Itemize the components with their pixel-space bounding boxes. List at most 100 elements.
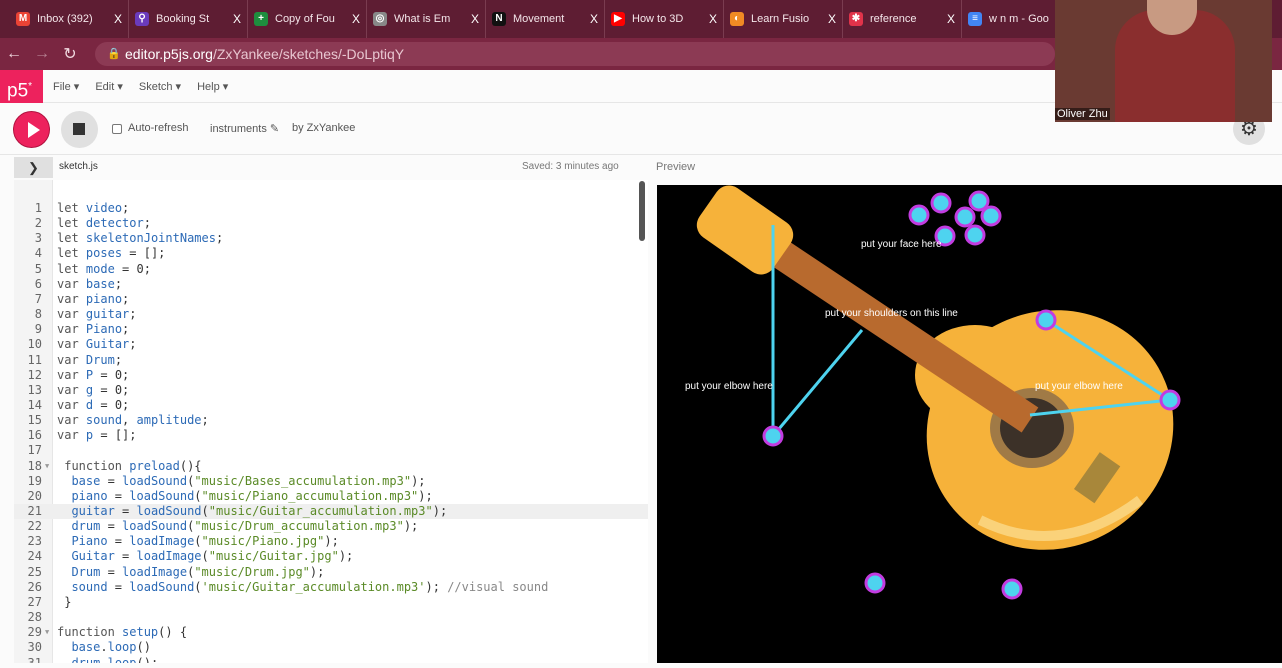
preview-canvas[interactable]: put your face here put your shoulders on… — [657, 185, 1282, 663]
tab-title: Movement — [513, 13, 565, 25]
expand-sidebar-button[interactable]: ❯ — [14, 157, 53, 178]
code-text: let detector; — [57, 216, 151, 231]
menu-file[interactable]: File ▾ — [53, 80, 79, 93]
code-line[interactable]: 15 var sound, amplitude; — [14, 413, 648, 428]
code-line[interactable]: 16 var p = []; — [14, 428, 648, 443]
webcam-name: Oliver Zhu — [1055, 108, 1110, 120]
fusion-icon: ◐ — [730, 12, 744, 26]
tab-close-icon[interactable]: X — [114, 12, 122, 26]
code-line[interactable]: 13 var g = 0; — [14, 383, 648, 398]
keypoint-dot — [954, 206, 976, 228]
sketch-author[interactable]: by ZxYankee — [292, 122, 355, 134]
code-text: Piano = loadImage("music/Piano.jpg"); — [71, 534, 339, 549]
code-text: function preload(){ — [64, 458, 202, 473]
editor-scrollbar[interactable] — [639, 181, 645, 241]
file-bar: ❯ sketch.js Saved: 3 minutes ago — [0, 155, 655, 179]
code-line[interactable]: 28 — [14, 610, 648, 625]
code-text: Guitar = loadImage("music/Guitar.jpg"); — [71, 549, 354, 564]
browser-tab[interactable]: ⚲ Booking St X — [129, 0, 248, 38]
code-line[interactable]: 12 var P = 0; — [14, 368, 648, 383]
code-line[interactable]: 4 let poses = []; — [14, 246, 648, 261]
browser-tab[interactable]: M Inbox (392) X — [10, 0, 129, 38]
code-text: var p = []; — [57, 428, 137, 443]
code-line[interactable]: 30 base.loop() — [14, 640, 648, 655]
code-line[interactable]: 18 ▼ function preload(){ — [14, 459, 648, 474]
code-line[interactable]: 19 base = loadSound("music/Bases_accumul… — [14, 474, 648, 489]
forward-icon[interactable]: → — [28, 45, 56, 63]
lock-icon: 🔒 — [107, 48, 121, 60]
code-line[interactable]: 31 drum.loop(); — [14, 656, 648, 664]
code-line[interactable]: 9 var Piano; — [14, 322, 648, 337]
preview-label: Preview — [656, 161, 696, 173]
code-line[interactable]: 3 let skeletonJointNames; — [14, 231, 648, 246]
file-name[interactable]: sketch.js — [59, 161, 98, 172]
code-line[interactable]: 22 drum = loadSound("music/Drum_accumula… — [14, 519, 648, 534]
url-path: /ZxYankee/sketches/-DoLptiqY — [212, 46, 405, 62]
url-host: editor.p5js.org — [125, 46, 213, 62]
code-line[interactable]: 24 Guitar = loadImage("music/Guitar.jpg"… — [14, 549, 648, 564]
tab-title: Booking St — [156, 13, 210, 25]
browser-tab[interactable]: ✱ reference X — [843, 0, 962, 38]
left-elbow-hint: put your elbow here — [685, 381, 773, 392]
code-line[interactable]: 20 piano = loadSound("music/Piano_accumu… — [14, 489, 648, 504]
tab-close-icon[interactable]: X — [471, 12, 479, 26]
code-line[interactable]: 11 var Drum; — [14, 353, 648, 368]
code-line[interactable]: 25 Drum = loadImage("music/Drum.jpg"); — [14, 565, 648, 580]
keypoint-dot — [930, 192, 952, 214]
code-line[interactable]: 21 guitar = loadSound("music/Guitar_accu… — [14, 504, 648, 520]
tab-close-icon[interactable]: X — [947, 12, 955, 26]
code-line[interactable]: 7 var piano; — [14, 292, 648, 307]
browser-tab[interactable]: ◎ What is Em X — [367, 0, 486, 38]
browser-tab[interactable]: ◐ Learn Fusio X — [724, 0, 843, 38]
tab-close-icon[interactable]: X — [709, 12, 717, 26]
code-line[interactable]: 29 ▼ function setup() { — [14, 625, 648, 640]
code-line[interactable]: 27 } — [14, 595, 648, 610]
code-text: let poses = []; — [57, 246, 166, 261]
tab-close-icon[interactable]: X — [828, 12, 836, 26]
tab-title: reference — [870, 13, 917, 25]
code-text: function setup() { — [57, 625, 188, 640]
tab-close-icon[interactable]: X — [233, 12, 241, 26]
play-button[interactable] — [13, 111, 50, 148]
code-line[interactable]: 23 Piano = loadImage("music/Piano.jpg"); — [14, 534, 648, 549]
code-text: drum = loadSound("music/Drum_accumulatio… — [71, 519, 419, 534]
logo-text: p5 — [7, 79, 29, 101]
stop-button[interactable] — [61, 111, 98, 148]
code-line[interactable]: 17 — [14, 443, 648, 458]
tab-close-icon[interactable]: X — [590, 12, 598, 26]
code-editor[interactable]: 1 let video; 2 let detector; 3 let skeletonJo… — [14, 180, 648, 663]
reload-icon[interactable]: ↻ — [56, 44, 84, 64]
webcam-overlay: Oliver Zhu — [1055, 0, 1272, 122]
menu-edit[interactable]: Edit ▾ — [95, 80, 123, 93]
p5-logo[interactable]: p5* — [0, 69, 43, 103]
sketch-name[interactable]: instruments ✎ — [210, 122, 279, 135]
code-line[interactable]: 10 var Guitar; — [14, 337, 648, 352]
auto-refresh-checkbox[interactable] — [112, 124, 122, 134]
tab-title: Inbox (392) — [37, 13, 93, 25]
sheets-icon: + — [254, 12, 268, 26]
menu-sketch[interactable]: Sketch ▾ — [139, 80, 181, 93]
browser-tab[interactable]: + Copy of Fou X — [248, 0, 367, 38]
code-line[interactable]: 14 var d = 0; — [14, 398, 648, 413]
code-text: var d = 0; — [57, 397, 130, 412]
browser-tab[interactable]: N Movement X — [486, 0, 605, 38]
tab-close-icon[interactable]: X — [352, 12, 360, 26]
code-text: let video; — [57, 201, 130, 215]
url-input[interactable]: 🔒 editor.p5js.org/ZxYankee/sketches/-DoL… — [95, 42, 1055, 66]
code-text: var Piano; — [57, 322, 130, 337]
code-line[interactable]: 2 let detector; — [14, 216, 648, 231]
browser-tab[interactable]: ▶ How to 3D X — [605, 0, 724, 38]
code-line[interactable]: 5 let mode = 0; — [14, 262, 648, 277]
back-icon[interactable]: ← — [0, 45, 28, 63]
auto-refresh-label: Auto-refresh — [128, 122, 189, 134]
menu-help[interactable]: Help ▾ — [197, 80, 228, 93]
code-line[interactable]: 1 let video; — [14, 201, 648, 216]
code-line[interactable]: 26 sound = loadSound('music/Guitar_accum… — [14, 580, 648, 595]
tab-title: What is Em — [394, 13, 451, 25]
code-line[interactable]: 8 var guitar; — [14, 307, 648, 322]
saved-status: Saved: 3 minutes ago — [522, 161, 619, 172]
code-line[interactable]: 6 var base; — [14, 277, 648, 292]
code-text: var piano; — [57, 291, 130, 306]
code-text: let skeletonJointNames; — [57, 231, 224, 246]
tab-title: w n m - Goo — [989, 13, 1049, 25]
